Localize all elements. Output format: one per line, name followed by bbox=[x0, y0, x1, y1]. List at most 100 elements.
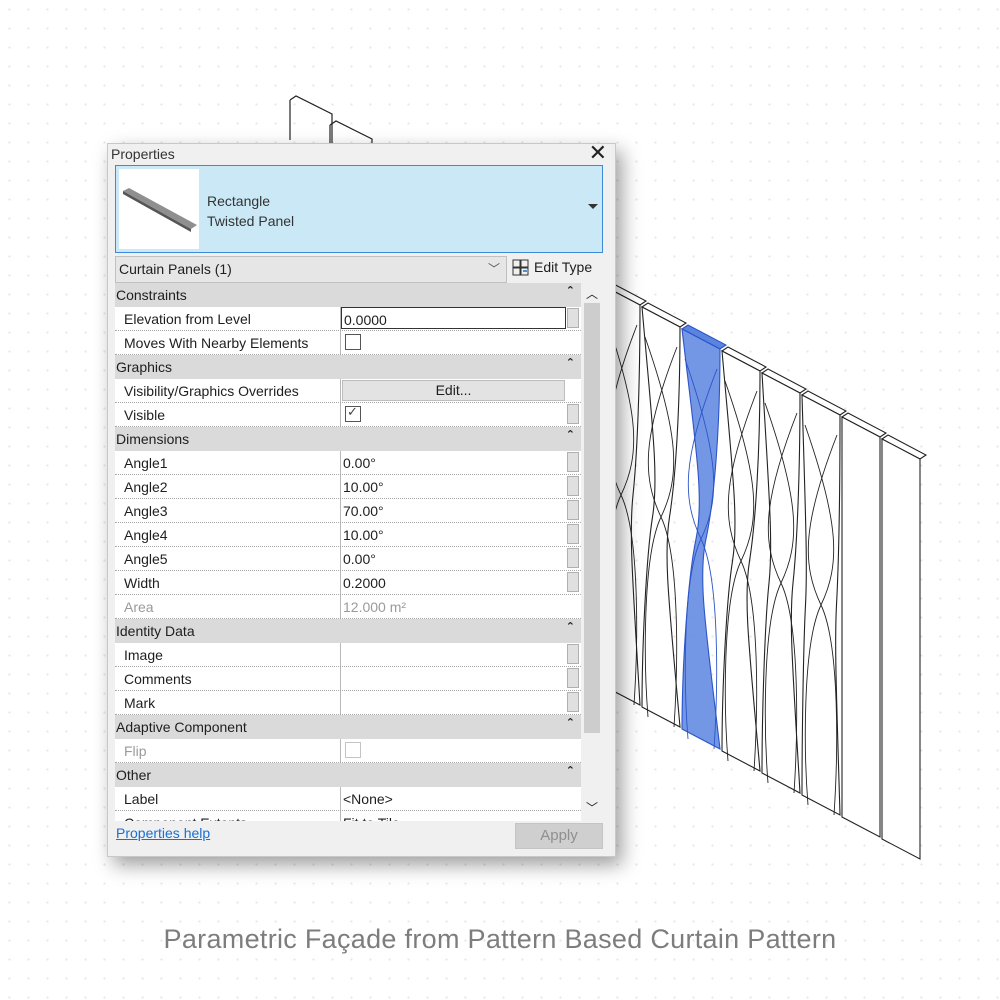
property-value-cell[interactable] bbox=[340, 331, 566, 354]
property-value[interactable]: 10.00° bbox=[343, 527, 384, 543]
property-value-cell[interactable]: ✓ bbox=[340, 403, 579, 426]
property-value-cell[interactable]: Fit to Tile bbox=[340, 811, 566, 821]
title-bar[interactable]: Properties ✕ bbox=[110, 142, 613, 166]
property-value[interactable]: 0.00° bbox=[343, 551, 376, 567]
property-name: Image bbox=[124, 647, 163, 663]
group-header[interactable]: Identity Data ⌃ bbox=[115, 619, 581, 643]
properties-help-link[interactable]: Properties help bbox=[116, 825, 210, 841]
property-name: Angle3 bbox=[124, 503, 168, 519]
property-row: Mark bbox=[115, 691, 581, 715]
panel-body bbox=[841, 416, 881, 838]
collapse-icon[interactable]: ⌃ bbox=[566, 356, 575, 369]
property-name: Label bbox=[124, 791, 159, 807]
property-value[interactable]: 70.00° bbox=[343, 503, 384, 519]
element-filter-dropdown[interactable]: Curtain Panels (1) ﹀ bbox=[115, 256, 507, 283]
group-header[interactable]: Dimensions ⌃ bbox=[115, 427, 581, 451]
curtain-panel[interactable] bbox=[720, 346, 768, 772]
property-checkbox[interactable] bbox=[345, 334, 361, 350]
type-selector[interactable]: Rectangle Twisted Panel bbox=[115, 165, 603, 253]
property-value-cell[interactable]: 10.00° bbox=[340, 523, 579, 546]
property-row: Moves With Nearby Elements bbox=[115, 331, 581, 355]
property-edit-handle[interactable] bbox=[567, 476, 579, 496]
curtain-panel[interactable] bbox=[840, 412, 888, 838]
chevron-up-icon[interactable]: ︿ bbox=[586, 285, 598, 302]
property-value-cell[interactable]: 70.00° bbox=[340, 499, 579, 522]
panel-thumbnail bbox=[119, 169, 199, 249]
group-label: Graphics bbox=[116, 359, 173, 375]
collapse-icon[interactable]: ⌃ bbox=[566, 764, 575, 777]
property-name: Angle2 bbox=[124, 479, 168, 495]
property-value-cell[interactable] bbox=[340, 667, 579, 690]
property-value-cell[interactable]: 0.0000 bbox=[340, 307, 579, 330]
curtain-panel[interactable] bbox=[640, 302, 688, 728]
chevron-down-icon[interactable]: ﹀ bbox=[488, 260, 500, 277]
property-edit-handle[interactable] bbox=[567, 692, 579, 712]
property-value-cell[interactable]: 10.00° bbox=[340, 475, 579, 498]
property-value[interactable]: Fit to Tile bbox=[343, 815, 400, 821]
collapse-icon[interactable]: ⌃ bbox=[566, 716, 575, 729]
property-name: Area bbox=[124, 599, 154, 615]
property-edit-handle[interactable] bbox=[567, 548, 579, 568]
curtain-panel[interactable] bbox=[800, 390, 848, 816]
property-value-cell[interactable]: 0.00° bbox=[340, 451, 579, 474]
curtain-panel[interactable] bbox=[760, 368, 808, 794]
group-label: Dimensions bbox=[116, 431, 190, 447]
property-edit-handle[interactable] bbox=[567, 500, 579, 520]
property-name: Angle5 bbox=[124, 551, 168, 567]
property-row: Angle2 10.00° bbox=[115, 475, 581, 499]
properties-grid: Constraints ⌃ Elevation from Level 0.0000… bbox=[115, 283, 581, 821]
collapse-icon[interactable]: ⌃ bbox=[566, 428, 575, 441]
collapse-icon[interactable]: ⌃ bbox=[566, 284, 575, 297]
property-value[interactable]: 0.00° bbox=[343, 455, 376, 471]
property-name: Flip bbox=[124, 743, 147, 759]
property-name: Visible bbox=[124, 407, 165, 423]
property-value[interactable]: 0.2000 bbox=[343, 575, 386, 591]
property-edit-handle[interactable] bbox=[567, 524, 579, 544]
property-row: Area 12.000 m² bbox=[115, 595, 581, 619]
property-row: Angle5 0.00° bbox=[115, 547, 581, 571]
property-edit-handle[interactable] bbox=[567, 452, 579, 472]
scrollbar-thumb[interactable] bbox=[584, 303, 600, 733]
group-header[interactable]: Other ⌃ bbox=[115, 763, 581, 787]
property-value-cell[interactable]: Edit... bbox=[340, 379, 566, 402]
property-row: Component Extents Fit to Tile bbox=[115, 811, 581, 821]
group-header[interactable]: Adaptive Component ⌃ bbox=[115, 715, 581, 739]
property-name: Width bbox=[124, 575, 160, 591]
edit-type-button[interactable]: Edit Type bbox=[512, 256, 602, 281]
chevron-down-icon[interactable]: ﹀ bbox=[586, 799, 598, 816]
filter-value: Curtain Panels (1) bbox=[119, 261, 232, 277]
curtain-panel[interactable] bbox=[880, 434, 928, 860]
property-value[interactable]: <None> bbox=[343, 791, 393, 807]
caption: Parametric Façade from Pattern Based Cur… bbox=[163, 924, 837, 954]
property-name: Angle4 bbox=[124, 527, 168, 543]
property-value-cell[interactable]: 0.00° bbox=[340, 547, 579, 570]
property-value-cell[interactable]: <None> bbox=[340, 787, 566, 810]
apply-button[interactable]: Apply bbox=[515, 823, 603, 849]
property-edit-handle[interactable] bbox=[567, 404, 579, 424]
property-edit-handle[interactable] bbox=[567, 308, 579, 328]
property-value-cell[interactable] bbox=[340, 643, 579, 666]
property-name: Comments bbox=[124, 671, 192, 687]
selected-curtain-panel[interactable] bbox=[680, 324, 728, 750]
property-checkbox[interactable]: ✓ bbox=[345, 404, 361, 422]
property-edit-handle[interactable] bbox=[567, 572, 579, 592]
close-icon[interactable]: ✕ bbox=[589, 142, 607, 164]
property-value-cell: 12.000 m² bbox=[340, 595, 566, 618]
property-value-cell[interactable] bbox=[340, 691, 579, 714]
property-row: Angle3 70.00° bbox=[115, 499, 581, 523]
group-label: Adaptive Component bbox=[116, 719, 247, 735]
edit-overrides-button[interactable]: Edit... bbox=[342, 380, 565, 401]
property-edit-handle[interactable] bbox=[567, 644, 579, 664]
group-header[interactable]: Graphics ⌃ bbox=[115, 355, 581, 379]
triangle-down-icon[interactable] bbox=[588, 204, 598, 209]
palette-title: Properties bbox=[111, 146, 175, 162]
collapse-icon[interactable]: ⌃ bbox=[566, 620, 575, 633]
checkmark-icon: ✓ bbox=[347, 404, 358, 419]
group-label: Other bbox=[116, 767, 152, 783]
property-value[interactable]: 10.00° bbox=[343, 479, 384, 495]
property-edit-handle[interactable] bbox=[567, 668, 579, 688]
group-header[interactable]: Constraints ⌃ bbox=[115, 283, 581, 307]
vertical-scrollbar[interactable]: ︿ ﹀ bbox=[582, 283, 602, 821]
property-input[interactable]: 0.0000 bbox=[341, 307, 566, 329]
property-value-cell[interactable]: 0.2000 bbox=[340, 571, 579, 594]
